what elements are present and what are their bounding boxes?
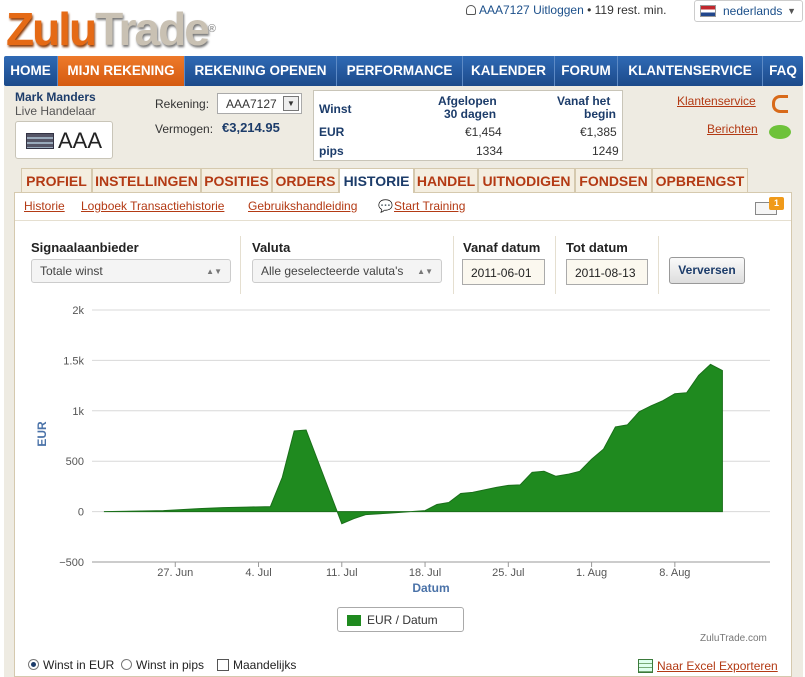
- x-tick-label: 11. Jul: [326, 567, 358, 579]
- excel-icon[interactable]: [638, 659, 653, 673]
- y-tick-label: 2k: [72, 305, 84, 317]
- y-tick-label: 1.5k: [63, 355, 84, 367]
- option-winst-eur[interactable]: Winst in EUR: [28, 658, 114, 672]
- x-tick-label: 8. Aug: [659, 567, 690, 579]
- chart-legend[interactable]: EUR / Datum: [337, 607, 464, 632]
- radio-off[interactable]: [121, 659, 132, 670]
- x-tick-label: 18. Jul: [409, 567, 441, 579]
- legend-swatch: [347, 615, 361, 626]
- option-maandelijks-label: Maandelijks: [233, 658, 297, 672]
- excel-export-link[interactable]: Naar Excel Exporteren: [657, 659, 778, 673]
- option-maandelijks[interactable]: Maandelijks: [217, 658, 296, 672]
- y-tick-label: 1k: [72, 406, 84, 418]
- profit-area: [103, 363, 723, 525]
- y-tick-label: −500: [59, 557, 84, 569]
- y-tick-label: 500: [66, 456, 84, 468]
- option-winst-pips[interactable]: Winst in pips: [121, 658, 204, 672]
- x-tick-label: 4. Jul: [245, 567, 271, 579]
- x-tick-label: 27. Jun: [157, 567, 193, 579]
- option-winst-eur-label: Winst in EUR: [43, 658, 115, 672]
- chart-credit: ZuluTrade.com: [700, 633, 767, 644]
- profit-chart: 2k 1.5k 1k 500 0 −500 27. Jun 4. Jul 11. Jul 18. …: [35, 305, 770, 595]
- legend-label: EUR / Datum: [367, 613, 438, 627]
- x-axis-label: Datum: [412, 581, 449, 595]
- checkbox[interactable]: [217, 659, 229, 671]
- y-tick-label: 0: [78, 507, 84, 519]
- x-tick-label: 1. Aug: [576, 567, 607, 579]
- x-tick-label: 25. Jul: [492, 567, 524, 579]
- option-winst-pips-label: Winst in pips: [136, 658, 205, 672]
- y-axis-label: EUR: [35, 421, 49, 447]
- radio-on[interactable]: [28, 659, 39, 670]
